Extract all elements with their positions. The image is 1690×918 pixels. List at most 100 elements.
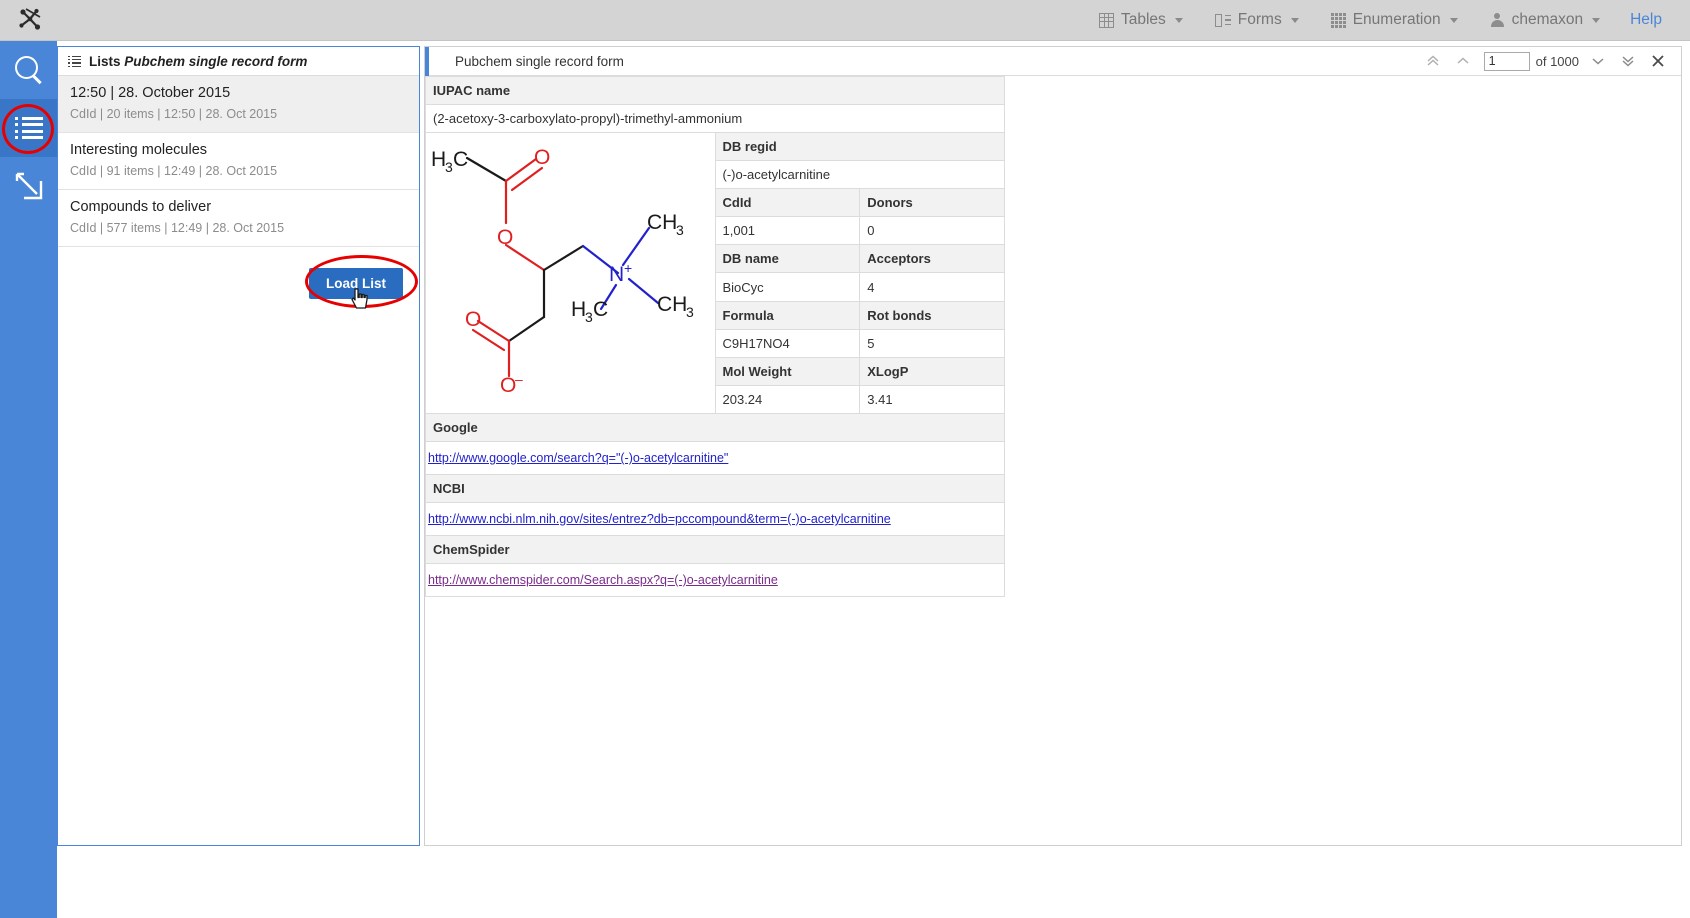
table-row: http://www.google.com/search?q="(-)o-ace… [426,442,1005,475]
svg-text:–: – [515,371,523,387]
chevron-down-icon [1175,18,1183,23]
nav-tables[interactable]: Tables [1083,0,1199,41]
forms-icon [1215,14,1231,27]
table-row: Google [426,414,1005,442]
top-bar: Tables Forms Enumeration chemaxon Help [0,0,1690,41]
field-label-db-name: DB name [715,245,860,273]
table-row: (2-acetoxy-3-carboxylato-propyl)-trimeth… [426,105,1005,133]
rail-item-lists[interactable] [0,99,57,157]
list-item[interactable]: Interesting molecules CdId | 91 items | … [58,133,419,190]
lists-label: Lists [89,54,121,69]
table-row: IUPAC name [426,77,1005,105]
svg-text:CH: CH [647,211,677,234]
molecule-structure-acetylcarnitine: H 3 C O O CH 3 N + CH 3 H 3 [426,133,725,413]
chemspider-search-link[interactable]: http://www.chemspider.com/Search.aspx?q=… [428,573,778,587]
list-icon [15,117,43,139]
list-item-meta: CdId | 577 items | 12:49 | 28. Oct 2015 [70,221,407,235]
close-form-button[interactable] [1643,47,1673,75]
form-accent-bar [425,47,429,76]
first-record-button[interactable] [1418,47,1448,75]
page-number-input[interactable] [1484,52,1530,71]
svg-text:3: 3 [676,222,684,238]
svg-text:O: O [465,308,481,331]
table-row: H 3 C O O CH 3 N + CH 3 H 3 [426,133,1005,161]
rail-item-expand[interactable] [0,157,57,215]
field-label-google: Google [426,414,1005,442]
svg-text:3: 3 [585,309,593,325]
left-rail [0,41,57,918]
lists-panel-header: Lists Pubchem single record form [58,47,419,76]
list-item-name: Compounds to deliver [70,199,407,215]
field-value-acceptors: 4 [860,273,1005,301]
user-icon [1490,13,1505,28]
expand-arrow-icon [15,172,43,200]
molecule-structure-cell: H 3 C O O CH 3 N + CH 3 H 3 [426,133,716,414]
list-icon [68,56,81,67]
record-fields-table: IUPAC name (2-acetoxy-3-carboxylato-prop… [425,76,1005,597]
previous-record-button[interactable] [1448,47,1478,75]
field-label-donors: Donors [860,189,1005,217]
form-panel-header: Pubchem single record form of 1000 [425,47,1681,76]
field-value-rot-bonds: 5 [860,329,1005,357]
lists-panel-title: Lists Pubchem single record form [89,54,307,69]
rail-item-search[interactable] [0,41,57,99]
total-records-label: of 1000 [1536,54,1579,69]
lists-panel: Lists Pubchem single record form 12:50 |… [57,46,420,846]
field-value-mol-weight: 203.24 [715,385,860,413]
field-value-db-name: BioCyc [715,273,860,301]
google-search-link[interactable]: http://www.google.com/search?q="(-)o-ace… [428,451,728,465]
help-link[interactable]: Help [1616,11,1674,29]
svg-text:C: C [593,298,608,321]
svg-text:O: O [497,226,513,249]
svg-text:C: C [453,148,468,171]
nav-user-label: chemaxon [1512,11,1584,29]
form-panel: Pubchem single record form of 1000 [424,46,1682,846]
nav-enumeration[interactable]: Enumeration [1315,0,1474,41]
field-value-iupac: (2-acetoxy-3-carboxylato-propyl)-trimeth… [426,105,1005,133]
nav-forms[interactable]: Forms [1199,0,1315,41]
chemaxon-logo[interactable] [0,0,60,41]
field-label-xlogp: XLogP [860,357,1005,385]
svg-text:O: O [534,146,550,169]
last-record-button[interactable] [1613,47,1643,75]
field-label-formula: Formula [715,301,860,329]
grid-icon [1099,13,1114,28]
field-label-cdid: CdId [715,189,860,217]
lists-panel-actions: Load List [58,247,419,319]
dots-grid-icon [1331,13,1346,28]
list-item[interactable]: 12:50 | 28. October 2015 CdId | 20 items… [58,76,419,133]
table-row: http://www.ncbi.nlm.nih.gov/sites/entrez… [426,503,1005,536]
list-item-name: Interesting molecules [70,142,407,158]
field-value-db-regid: (-)o-acetylcarnitine [715,161,1005,189]
field-label-chemspider: ChemSpider [426,536,1005,564]
nav-user-account[interactable]: chemaxon [1474,0,1617,41]
svg-text:H: H [571,298,586,321]
list-item[interactable]: Compounds to deliver CdId | 577 items | … [58,190,419,247]
chevron-down-icon [1291,18,1299,23]
ncbi-search-link[interactable]: http://www.ncbi.nlm.nih.gov/sites/entrez… [428,512,891,526]
svg-text:3: 3 [686,304,694,320]
table-row: ChemSpider [426,536,1005,564]
svg-text:3: 3 [445,159,453,175]
list-item-meta: CdId | 91 items | 12:49 | 28. Oct 2015 [70,164,407,178]
svg-text:O: O [500,374,516,397]
field-value-chemspider: http://www.chemspider.com/Search.aspx?q=… [426,564,1005,597]
field-value-donors: 0 [860,217,1005,245]
chevron-down-icon [1592,18,1600,23]
list-item-name: 12:50 | 28. October 2015 [70,85,407,101]
field-value-formula: C9H17NO4 [715,329,860,357]
field-label-iupac: IUPAC name [426,77,1005,105]
form-title: Pubchem single record form [455,54,624,69]
search-icon [14,55,44,85]
top-nav: Tables Forms Enumeration chemaxon Help [1083,0,1690,41]
field-value-ncbi: http://www.ncbi.nlm.nih.gov/sites/entrez… [426,503,1005,536]
field-value-xlogp: 3.41 [860,385,1005,413]
field-value-cdid: 1,001 [715,217,860,245]
field-label-mol-weight: Mol Weight [715,357,860,385]
field-label-ncbi: NCBI [426,475,1005,503]
next-record-button[interactable] [1583,47,1613,75]
field-label-db-regid: DB regid [715,133,1005,161]
lists-form-name: Pubchem single record form [124,54,307,69]
table-row: NCBI [426,475,1005,503]
load-list-button[interactable]: Load List [309,268,403,299]
